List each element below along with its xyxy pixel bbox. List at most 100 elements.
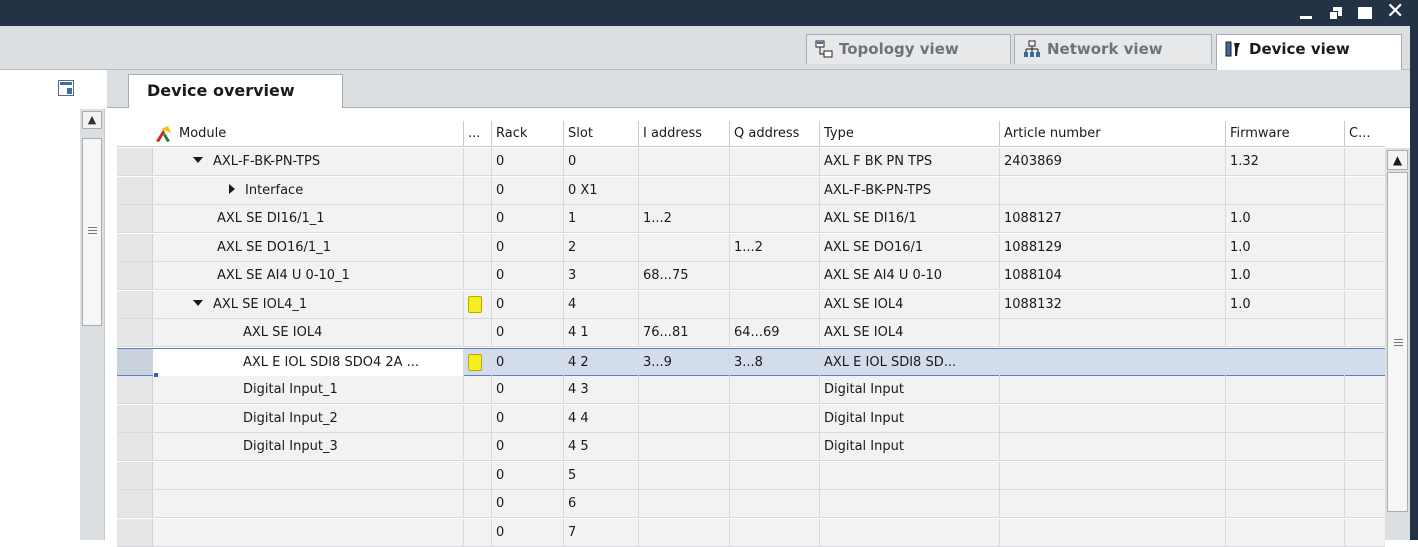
cell-slot[interactable]: 0 bbox=[563, 148, 638, 176]
table-row[interactable]: Digital Input_3 0 4 5 Digital Input bbox=[117, 433, 1385, 461]
cell-q-address[interactable] bbox=[729, 433, 819, 461]
row-header[interactable] bbox=[117, 404, 153, 432]
cell-type[interactable]: AXL-F-BK-PN-TPS bbox=[819, 176, 999, 205]
cell-comment[interactable] bbox=[1344, 376, 1385, 404]
left-vertical-scrollbar[interactable]: ▲ bbox=[82, 111, 102, 540]
cell-type[interactable] bbox=[819, 490, 999, 518]
cell-q-address[interactable]: 3...8 bbox=[729, 348, 819, 377]
cell-module[interactable]: Interface bbox=[153, 177, 463, 205]
tab-topology-view[interactable]: Topology view bbox=[806, 34, 1011, 64]
cell-comment[interactable] bbox=[1344, 490, 1385, 518]
expand-arrow-icon[interactable] bbox=[193, 299, 203, 306]
cell-module[interactable]: AXL-F-BK-PN-TPS bbox=[153, 148, 463, 176]
cell-article-number[interactable] bbox=[999, 319, 1225, 347]
cell-i-address[interactable]: 1...2 bbox=[638, 205, 729, 233]
cell-q-address[interactable] bbox=[729, 376, 819, 404]
column-header-article-number[interactable]: Article number bbox=[999, 121, 1225, 147]
cell-firmware[interactable]: 1.0 bbox=[1225, 233, 1344, 262]
cell-q-address[interactable] bbox=[729, 404, 819, 433]
cell-firmware[interactable] bbox=[1225, 433, 1344, 461]
row-header[interactable] bbox=[117, 319, 153, 346]
table-row[interactable]: Digital Input_2 0 4 4 Digital Input bbox=[117, 404, 1385, 433]
cell-module[interactable]: Digital Input_2 bbox=[153, 405, 463, 433]
cell-type[interactable]: AXL SE DO16/1 bbox=[819, 233, 999, 262]
cell-slot[interactable]: 4 1 bbox=[563, 319, 638, 347]
row-header[interactable] bbox=[117, 376, 153, 403]
cell-i-address[interactable]: 76...81 bbox=[638, 319, 729, 347]
cell-rack[interactable]: 0 bbox=[491, 233, 563, 262]
cell-type[interactable]: AXL SE DI16/1 bbox=[819, 205, 999, 233]
cell-i-address[interactable] bbox=[638, 461, 729, 490]
cell-slot[interactable]: 6 bbox=[563, 490, 638, 518]
table-row[interactable]: 05 bbox=[117, 461, 1385, 490]
cell-module[interactable]: AXL SE DI16/1_1 bbox=[153, 205, 463, 233]
cell-q-address[interactable] bbox=[729, 262, 819, 290]
cell-article-number[interactable] bbox=[999, 461, 1225, 490]
cell-article-number[interactable] bbox=[999, 518, 1225, 547]
cell-slot[interactable]: 4 3 bbox=[563, 376, 638, 404]
close-button[interactable]: ✕ bbox=[1386, 1, 1406, 24]
scroll-up-icon[interactable]: ▲ bbox=[1387, 150, 1408, 170]
cell-q-address[interactable]: 1...2 bbox=[729, 233, 819, 262]
cell-module[interactable] bbox=[153, 519, 463, 547]
row-header[interactable] bbox=[117, 490, 153, 517]
cell-q-address[interactable] bbox=[729, 205, 819, 233]
row-header[interactable] bbox=[117, 433, 153, 460]
cell-module[interactable]: AXL SE AI4 U 0-10_1 bbox=[153, 262, 463, 290]
cell-article-number[interactable]: 1088104 bbox=[999, 262, 1225, 290]
row-header[interactable] bbox=[117, 348, 153, 375]
cell-q-address[interactable] bbox=[729, 490, 819, 518]
row-header[interactable] bbox=[117, 518, 153, 546]
cell-module[interactable]: AXL E IOL SDI8 SDO4 2A ... bbox=[153, 348, 463, 377]
table-row[interactable]: AXL SE IOL4 0 4 1 76...81 64...69 AXL SE IOL4 bbox=[117, 319, 1385, 347]
cell-comment[interactable] bbox=[1344, 233, 1385, 262]
row-header[interactable] bbox=[117, 290, 153, 318]
table-row[interactable]: AXL SE AI4 U 0-10_1 0 3 68...75 AXL SE AI4 U… bbox=[117, 262, 1385, 290]
column-header-module[interactable]: Module bbox=[175, 121, 463, 147]
table-row[interactable]: AXL-F-BK-PN-TPS 0 0 AXL F BK PN TPS 2403869 1… bbox=[117, 148, 1385, 176]
cell-rack[interactable]: 0 bbox=[491, 348, 563, 377]
cell-rack[interactable]: 0 bbox=[491, 176, 563, 205]
cell-type[interactable]: Digital Input bbox=[819, 433, 999, 461]
cell-i-address[interactable] bbox=[638, 433, 729, 461]
cell-type[interactable]: Digital Input bbox=[819, 404, 999, 433]
cell-firmware[interactable] bbox=[1225, 404, 1344, 433]
cell-article-number[interactable] bbox=[999, 176, 1225, 205]
cell-article-number[interactable]: 1088127 bbox=[999, 205, 1225, 233]
cell-slot[interactable]: 7 bbox=[563, 518, 638, 547]
cell-rack[interactable]: 0 bbox=[491, 490, 563, 518]
cell-firmware[interactable] bbox=[1225, 490, 1344, 518]
cell-comment[interactable] bbox=[1344, 461, 1385, 490]
column-header-more[interactable]: ... bbox=[463, 121, 491, 147]
cell-firmware[interactable] bbox=[1225, 348, 1344, 377]
cell-module[interactable]: Digital Input_1 bbox=[153, 376, 463, 404]
row-header[interactable] bbox=[117, 461, 153, 489]
maximize-button[interactable] bbox=[1356, 2, 1376, 24]
row-header[interactable] bbox=[117, 233, 153, 261]
cell-slot[interactable]: 4 4 bbox=[563, 404, 638, 433]
table-row[interactable]: AXL SE DO16/1_1 0 2 1...2 AXL SE DO16/1 10881… bbox=[117, 233, 1385, 262]
cell-i-address[interactable] bbox=[638, 490, 729, 518]
cell-rack[interactable]: 0 bbox=[491, 461, 563, 490]
cell-slot[interactable]: 2 bbox=[563, 233, 638, 262]
cell-firmware[interactable] bbox=[1225, 518, 1344, 547]
cell-q-address[interactable] bbox=[729, 176, 819, 205]
cell-i-address[interactable] bbox=[638, 176, 729, 205]
cell-firmware[interactable] bbox=[1225, 176, 1344, 205]
table-row[interactable]: AXL SE IOL4_1 0 4 AXL SE IOL4 1088132 1.0 bbox=[117, 290, 1385, 319]
cell-type[interactable]: AXL SE IOL4 bbox=[819, 290, 999, 319]
cell-i-address[interactable] bbox=[638, 376, 729, 404]
cell-firmware[interactable] bbox=[1225, 461, 1344, 490]
scroll-up-icon[interactable]: ▲ bbox=[82, 111, 102, 129]
cell-module[interactable]: Digital Input_3 bbox=[153, 433, 463, 461]
expand-arrow-icon[interactable] bbox=[193, 157, 203, 163]
cell-comment[interactable] bbox=[1344, 262, 1385, 290]
restore-button[interactable] bbox=[1326, 2, 1346, 24]
cell-comment[interactable] bbox=[1344, 176, 1385, 205]
tab-device-view[interactable]: Device view bbox=[1216, 34, 1402, 71]
cell-slot[interactable]: 0 X1 bbox=[563, 176, 638, 205]
row-header[interactable] bbox=[117, 176, 153, 204]
tab-device-overview[interactable]: Device overview bbox=[128, 74, 343, 108]
column-header-rack[interactable]: Rack bbox=[491, 121, 563, 147]
cell-firmware[interactable]: 1.0 bbox=[1225, 205, 1344, 233]
